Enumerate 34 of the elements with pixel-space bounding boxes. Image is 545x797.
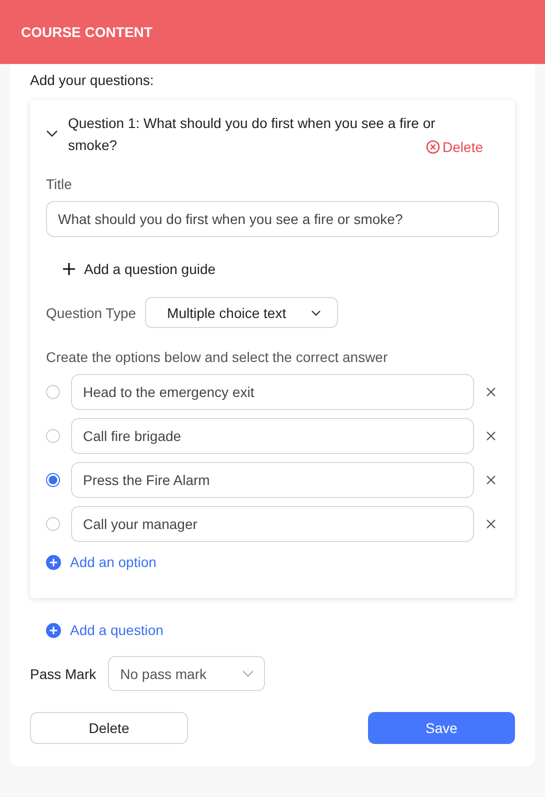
chevron-down-icon[interactable] [46, 130, 58, 138]
title-input[interactable]: What should you do first when you see a fire or smoke? [46, 201, 499, 237]
chevron-down-icon [311, 310, 322, 316]
delete-button[interactable]: Delete [30, 712, 188, 744]
radio-button[interactable] [46, 517, 60, 531]
radio-button[interactable] [46, 473, 60, 487]
chevron-down-icon [242, 670, 254, 677]
header-title: COURSE CONTENT [21, 24, 152, 40]
close-circle-icon [426, 140, 440, 154]
plus-icon [63, 263, 75, 275]
pass-mark-dropdown[interactable]: No pass mark [108, 656, 266, 691]
delete-link[interactable]: Delete [426, 139, 483, 155]
field-label: Question Type [46, 304, 136, 320]
instructions-text: Create the options below and select the correct answer [46, 349, 389, 365]
section-label: Add your questions: [30, 71, 155, 88]
plus-circle-icon [46, 622, 61, 638]
add-option-link[interactable]: Add an option [46, 554, 156, 570]
close-icon[interactable] [486, 431, 496, 441]
option-input[interactable]: Press the Fire Alarm [71, 462, 474, 498]
save-button[interactable]: Save [368, 712, 515, 744]
question-type-dropdown[interactable]: Multiple choice text [145, 297, 338, 328]
add-guide-button[interactable]: Add a question guide [63, 261, 216, 277]
option-input[interactable]: Call your manager [71, 506, 474, 542]
close-icon[interactable] [486, 475, 496, 485]
option-input[interactable]: Call fire brigade [71, 418, 474, 454]
plus-circle-icon [46, 554, 61, 570]
close-icon[interactable] [486, 519, 496, 529]
pass-mark-label: Pass Mark [30, 666, 96, 682]
field-label: Title [46, 176, 73, 192]
option-input[interactable]: Head to the emergency exit [71, 374, 474, 410]
add-question-link[interactable]: Add a question [46, 622, 164, 638]
radio-button[interactable] [46, 385, 60, 399]
close-icon[interactable] [486, 387, 496, 397]
radio-button[interactable] [46, 429, 60, 443]
